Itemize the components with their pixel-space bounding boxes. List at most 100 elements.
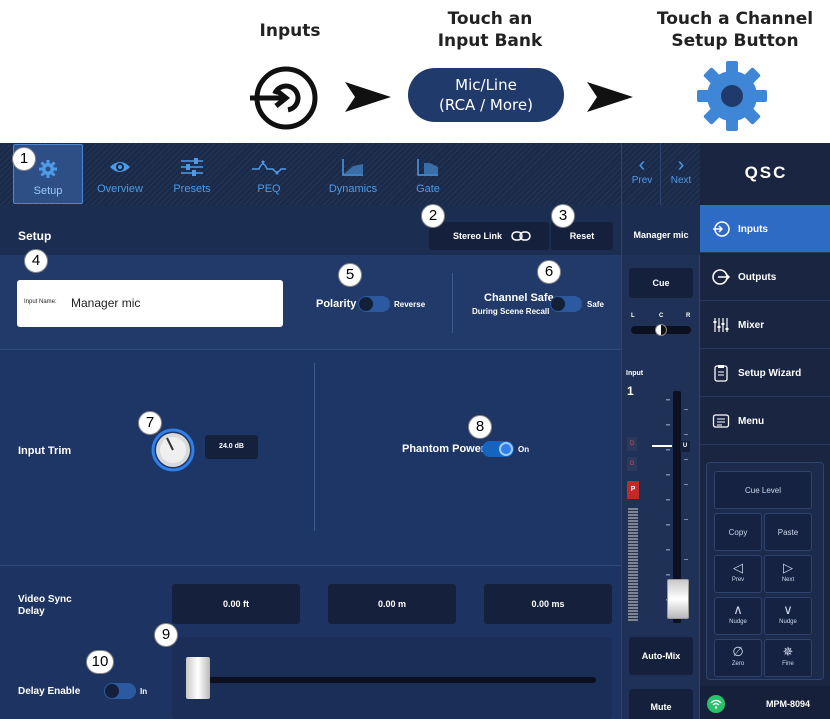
pan-handle — [655, 324, 667, 336]
keypad-next-label: Next — [781, 577, 795, 583]
input-name-label: Input Name: — [24, 299, 57, 305]
nav-setup-wizard[interactable]: Setup Wizard — [700, 349, 830, 397]
nav-label: Inputs — [738, 224, 768, 235]
input-bank-button: Mic/Line (RCA / More) — [408, 68, 564, 122]
input-trim-knob[interactable] — [151, 428, 195, 472]
inputs-icon — [713, 221, 730, 237]
polarity-toggle[interactable] — [358, 296, 390, 312]
arrow-right-icon — [587, 82, 633, 112]
fine-label: Fine — [782, 661, 794, 667]
inputs-big-icon — [250, 66, 318, 130]
strip-header: Manager mic — [622, 205, 700, 255]
pan-left-label: L — [631, 313, 635, 319]
callout-1: 1 — [12, 147, 36, 171]
arrow-right-icon — [345, 82, 391, 112]
prev-label: Prev — [631, 175, 653, 186]
fine-icon: ✵ — [782, 644, 794, 659]
input-trim-value: 24.0 dB — [205, 435, 258, 459]
delay-slider-track[interactable] — [186, 677, 596, 683]
tab-overview[interactable]: Overview — [85, 143, 155, 205]
cue-button[interactable]: Cue — [629, 268, 693, 298]
callout-9: 9 — [154, 623, 178, 647]
bank-line2: (RCA / More) — [439, 96, 533, 114]
menu-icon — [712, 414, 730, 428]
gate-icon — [417, 159, 438, 176]
step3-title: Touch a Channel Setup Button — [645, 8, 825, 52]
callout-10: 10 — [86, 650, 114, 674]
nudge-up-button[interactable]: ∧ Nudge — [714, 597, 762, 635]
bank-line1: Mic/Line — [455, 76, 517, 94]
pan-center-label: C — [659, 313, 664, 319]
delay-slider-handle[interactable] — [186, 657, 210, 699]
zero-label: Zero — [731, 661, 745, 667]
chevron-right-icon: › — [677, 154, 685, 176]
delay-enable-label: Delay Enable — [18, 686, 81, 697]
indicator-g: G — [627, 457, 637, 471]
callout-8: 8 — [468, 415, 492, 439]
pan-control[interactable]: L C R — [629, 311, 693, 341]
gear-icon — [39, 160, 57, 178]
nav-inputs[interactable]: Inputs — [700, 205, 830, 253]
brand-area: QSC — [700, 143, 830, 205]
gear-icon — [697, 61, 767, 131]
stereo-link-button[interactable]: Stereo Link — [429, 222, 549, 250]
keypad: Cue Level Copy Paste ◁ Prev ▷ Next ∧ Nudge … — [714, 471, 812, 677]
channel-safe-state: Safe — [587, 300, 604, 309]
nudge-down-label: Nudge — [779, 619, 797, 625]
input-name-field[interactable]: Input Name: Manager mic — [17, 280, 283, 327]
channel-safe-toggle[interactable] — [550, 296, 582, 312]
zero-button[interactable]: ∅ Zero — [714, 639, 762, 677]
tab-label: PEQ — [257, 183, 281, 195]
channel-safe-label: Channel Safe — [484, 292, 554, 304]
callout-3: 3 — [551, 204, 575, 228]
fine-button[interactable]: ✵ Fine — [764, 639, 812, 677]
toggle-knob — [551, 297, 565, 311]
step3-line1: Touch a Channel — [656, 9, 814, 29]
channel-safe-sub: During Scene Recall — [472, 307, 550, 316]
nav-menu[interactable]: Menu — [700, 397, 830, 445]
video-sync-line1: Video Sync — [18, 594, 72, 605]
nav-outputs[interactable]: Outputs — [700, 253, 830, 301]
cue-level-button[interactable]: Cue Level — [714, 471, 812, 509]
delay-feet-field[interactable]: 0.00 ft — [172, 584, 300, 624]
copy-label: Copy — [728, 528, 748, 537]
tab-peq[interactable]: PEQ — [234, 143, 304, 205]
sliders-icon — [181, 158, 203, 176]
tab-gate[interactable]: Gate — [393, 143, 463, 205]
delay-ms-field[interactable]: 0.00 ms — [484, 584, 612, 624]
keypad-next-button[interactable]: ▷ Next — [764, 555, 812, 593]
nav-mixer[interactable]: Mixer — [700, 301, 830, 349]
nav-label: Outputs — [738, 272, 777, 283]
qsc-logo: QSC — [744, 163, 788, 182]
delay-enable-toggle[interactable] — [104, 683, 136, 699]
prev-channel-button[interactable]: ‹ Prev — [621, 143, 662, 205]
step3-line2: Setup Button — [671, 31, 799, 51]
page-title: Setup — [18, 229, 52, 243]
divider — [452, 273, 453, 333]
phantom-power-state: On — [518, 445, 530, 454]
fader-handle[interactable] — [667, 579, 689, 619]
step2-line2: Input Bank — [437, 31, 543, 51]
delay-meters-field[interactable]: 0.00 m — [328, 584, 456, 624]
paste-label: Paste — [777, 528, 799, 537]
wizard-icon — [714, 365, 728, 382]
indicator-p: P — [627, 481, 639, 499]
paste-button[interactable]: Paste — [764, 513, 812, 551]
input-name-value: Manager mic — [71, 296, 141, 310]
outputs-icon — [712, 269, 730, 285]
nudge-down-button[interactable]: ∨ Nudge — [764, 597, 812, 635]
copy-button[interactable]: Copy — [714, 513, 762, 551]
tab-presets[interactable]: Presets — [157, 143, 227, 205]
wifi-icon — [707, 695, 725, 713]
toggle-knob — [499, 442, 513, 456]
next-channel-button[interactable]: › Next — [660, 143, 701, 205]
tab-dynamics[interactable]: Dynamics — [318, 143, 388, 205]
automix-button[interactable]: Auto-Mix — [629, 637, 693, 675]
mute-button[interactable]: Mute — [629, 689, 693, 719]
tab-label: Dynamics — [328, 183, 378, 195]
tab-label: Gate — [416, 183, 440, 195]
channel-name: Manager mic — [633, 230, 689, 240]
keypad-prev-button[interactable]: ◁ Prev — [714, 555, 762, 593]
phantom-power-toggle[interactable] — [482, 441, 514, 457]
level-meter — [628, 508, 638, 622]
